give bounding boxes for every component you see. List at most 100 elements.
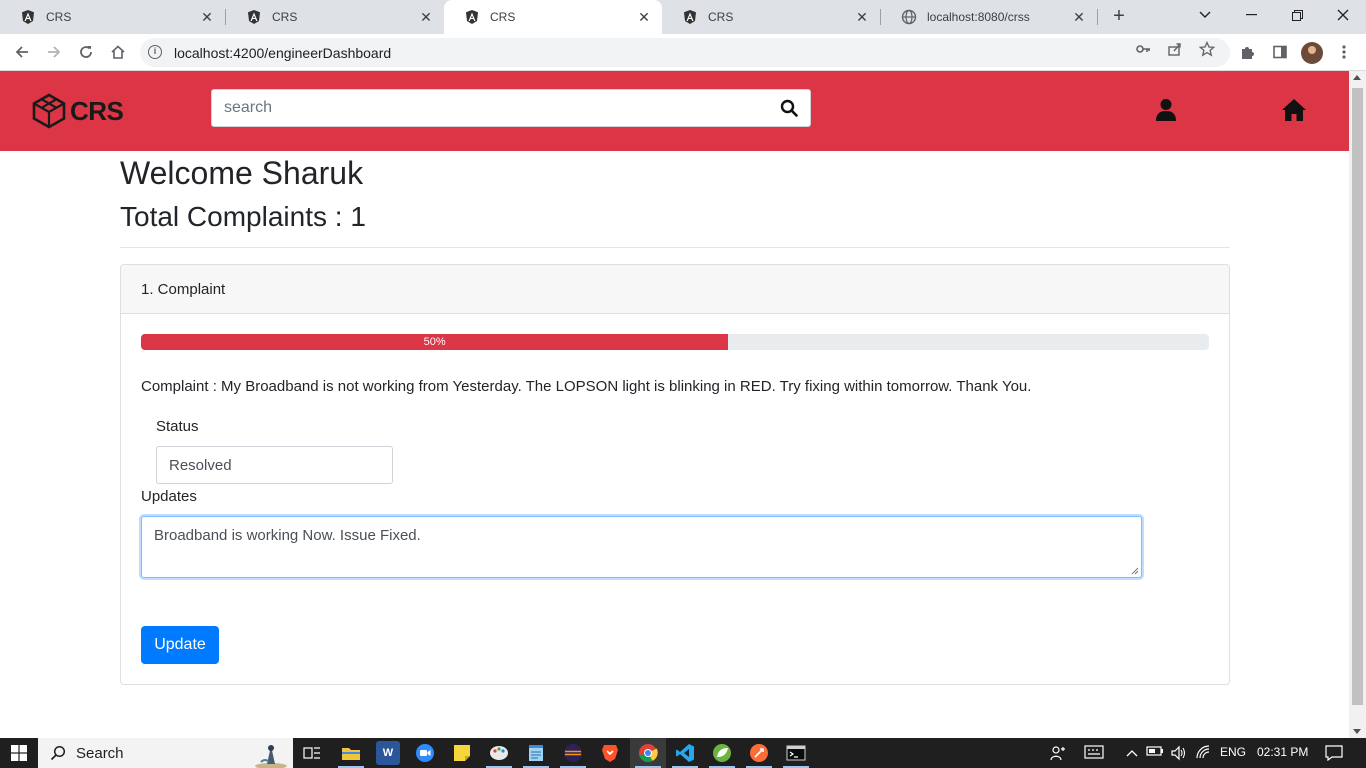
angular-icon (246, 9, 262, 25)
reload-icon (80, 46, 92, 58)
battery-icon[interactable] (1146, 745, 1163, 761)
close-icon[interactable]: ✕ (199, 9, 215, 25)
windows-taskbar: Search W ENG 02:31 PM (0, 738, 1366, 768)
spring-tools-icon[interactable] (710, 741, 734, 765)
browser-tab-4[interactable]: CRS ✕ (662, 0, 880, 34)
word-icon[interactable]: W (376, 741, 400, 765)
wifi-icon[interactable] (1195, 745, 1211, 761)
scroll-down-icon[interactable] (1353, 729, 1361, 734)
home-button[interactable] (106, 40, 130, 64)
browser-tab-2[interactable]: CRS ✕ (226, 0, 444, 34)
close-window-button[interactable] (1320, 0, 1366, 30)
chevron-down-icon (1199, 11, 1211, 18)
home-icon[interactable] (1281, 97, 1307, 123)
vscode-icon[interactable] (673, 741, 697, 765)
extensions-button[interactable] (1236, 40, 1260, 64)
close-icon (1337, 9, 1349, 21)
terminal-icon[interactable] (784, 741, 808, 765)
forward-button[interactable] (42, 40, 66, 64)
page-scrollbar[interactable] (1349, 71, 1366, 738)
angular-icon (682, 9, 698, 25)
updates-textarea[interactable]: Broadband is working Now. Issue Fixed. (142, 517, 1141, 577)
search-box (211, 89, 811, 127)
brand-logo[interactable]: CRS (30, 91, 124, 131)
chevron-up-icon[interactable] (1124, 745, 1140, 761)
scroll-up-icon[interactable] (1353, 75, 1361, 80)
zoom-icon[interactable] (413, 741, 437, 765)
notifications-icon[interactable] (1325, 745, 1343, 762)
arrow-left-icon (15, 46, 28, 58)
close-icon[interactable]: ✕ (854, 9, 870, 25)
paint-icon[interactable] (487, 741, 511, 765)
start-button[interactable] (0, 738, 38, 768)
notepad-icon[interactable] (524, 741, 548, 765)
clock[interactable]: 02:31 PM (1257, 745, 1308, 759)
key-icon[interactable] (1134, 40, 1152, 58)
minimize-icon (1245, 14, 1257, 16)
people-icon[interactable] (1050, 745, 1066, 761)
brand-name: CRS (70, 95, 124, 126)
tab-separator (1097, 9, 1098, 25)
close-icon[interactable]: ✕ (418, 9, 434, 25)
welcome-heading: Welcome Sharuk (120, 155, 364, 191)
url-text[interactable]: localhost:4200/engineerDashboard (174, 45, 391, 61)
close-icon[interactable]: ✕ (636, 9, 652, 25)
tab-title: CRS (272, 10, 298, 24)
browser-tab-1[interactable]: CRS ✕ (0, 0, 225, 34)
volume-icon[interactable] (1170, 745, 1186, 761)
divider (120, 247, 1230, 248)
taskbar-search[interactable]: Search (38, 738, 293, 768)
new-tab-button[interactable]: + (1108, 6, 1130, 28)
restore-button[interactable] (1274, 0, 1320, 30)
browser-menu-button[interactable] (1332, 40, 1356, 64)
home-outline-icon (111, 45, 125, 59)
tab-search-button[interactable] (1182, 0, 1228, 30)
chrome-icon[interactable] (636, 741, 660, 765)
reload-button[interactable] (74, 40, 98, 64)
close-icon[interactable]: ✕ (1071, 9, 1087, 25)
search-icon[interactable] (780, 99, 798, 117)
update-button[interactable]: Update (141, 626, 219, 664)
keyboard-icon[interactable] (1084, 745, 1104, 761)
minimize-button[interactable] (1228, 0, 1274, 30)
brave-icon[interactable] (598, 741, 622, 765)
side-panel-button[interactable] (1268, 40, 1292, 64)
cube-logo-icon (32, 93, 66, 129)
resize-grip-icon[interactable] (1131, 567, 1139, 575)
tab-title: localhost:8080/crss (927, 10, 1030, 24)
back-button[interactable] (10, 40, 34, 64)
info-icon[interactable]: i (148, 45, 162, 59)
task-view-icon[interactable] (300, 741, 324, 765)
updates-label: Updates (141, 488, 197, 505)
complaint-text: Complaint : My Broadband is not working … (141, 378, 1032, 395)
browser-tab-5[interactable]: localhost:8080/crss ✕ (881, 0, 1097, 34)
status-input[interactable] (157, 447, 392, 483)
side-panel-icon (1273, 45, 1287, 59)
eclipse-icon[interactable] (561, 741, 585, 765)
profile-avatar[interactable] (1301, 42, 1323, 64)
user-icon[interactable] (1153, 97, 1179, 123)
sticky-notes-icon[interactable] (450, 741, 474, 765)
total-complaints-heading: Total Complaints : 1 (120, 201, 366, 232)
star-icon[interactable] (1198, 40, 1216, 58)
complaint-card: 1. Complaint 50% Complaint : My Broadban… (120, 264, 1230, 685)
updates-field: Broadband is working Now. Issue Fixed. (141, 516, 1142, 578)
file-explorer-icon[interactable] (339, 741, 363, 765)
kebab-menu-icon (1342, 45, 1346, 59)
share-icon[interactable] (1166, 40, 1184, 58)
tab-title: CRS (708, 10, 734, 24)
tab-title: CRS (46, 10, 72, 24)
search-icon (50, 745, 66, 761)
search-input[interactable] (212, 90, 772, 126)
language-indicator[interactable]: ENG (1220, 745, 1246, 759)
page-viewport: CRS Welcome Sharuk Total Complaints : 1 … (0, 71, 1366, 738)
scrollbar-thumb[interactable] (1352, 88, 1363, 705)
search-highlight-image (255, 745, 287, 768)
complaint-title: 1. Complaint (141, 281, 226, 298)
postman-icon[interactable] (747, 741, 771, 765)
restore-icon (1291, 9, 1303, 21)
browser-tab-3[interactable]: CRS ✕ (444, 0, 662, 34)
complaint-progress: 50% (141, 334, 1209, 350)
address-bar[interactable]: i localhost:4200/engineerDashboard (140, 38, 1230, 67)
browser-toolbar: i localhost:4200/engineerDashboard (0, 34, 1366, 71)
